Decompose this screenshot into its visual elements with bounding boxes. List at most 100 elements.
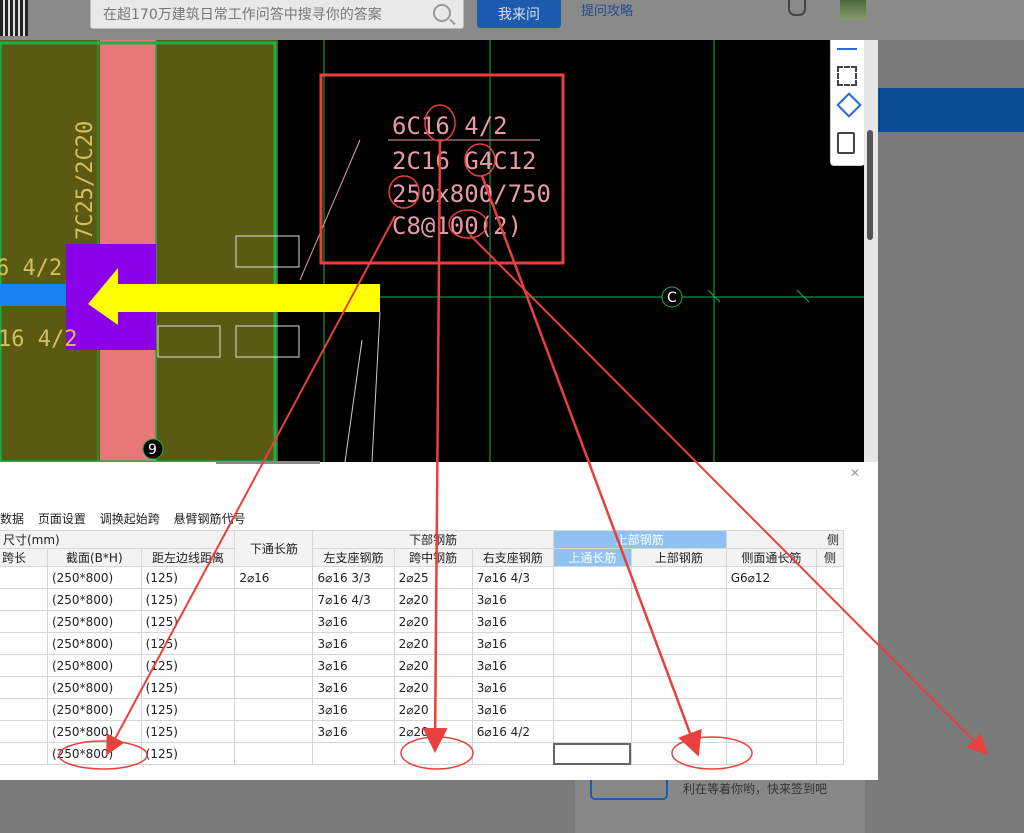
table-cell[interactable] <box>0 632 48 655</box>
search-input[interactable]: 在超170万建筑日常工作问答中搜寻你的答案 <box>103 4 382 24</box>
table-cell[interactable] <box>630 698 727 721</box>
table-cell[interactable] <box>0 742 48 765</box>
fullscreen-icon[interactable] <box>837 66 857 86</box>
sign-icon[interactable] <box>590 780 668 800</box>
bell-icon[interactable] <box>788 0 806 16</box>
table-cell[interactable] <box>0 654 48 677</box>
table-cell[interactable]: 3⌀16 <box>312 632 395 655</box>
scroll-thumb[interactable] <box>867 130 873 240</box>
table-cell[interactable] <box>815 632 845 655</box>
table-cell[interactable]: (125) <box>140 588 236 611</box>
table-cell[interactable] <box>725 610 817 633</box>
table-row[interactable]: (250*800) (125) 7⌀16 4/3 2⌀20 3⌀16 <box>0 588 845 611</box>
table-cell[interactable] <box>725 720 817 743</box>
table-cell[interactable] <box>630 720 727 743</box>
layer-icon[interactable] <box>837 42 857 50</box>
table-cell[interactable] <box>552 632 632 655</box>
table-cell[interactable] <box>552 566 632 589</box>
table-cell[interactable] <box>312 742 395 765</box>
table-cell[interactable]: (125) <box>140 632 236 655</box>
table-cell[interactable] <box>552 698 632 721</box>
table-cell[interactable]: (250*800) <box>46 588 142 611</box>
table-cell[interactable] <box>234 742 314 765</box>
table-cell[interactable]: 7⌀16 4/3 <box>312 588 395 611</box>
table-cell[interactable]: 2⌀20 <box>393 698 473 721</box>
table-cell[interactable] <box>234 588 314 611</box>
table-cell[interactable]: (250*800) <box>46 698 142 721</box>
table-cell[interactable]: (250*800) <box>46 632 142 655</box>
table-cell[interactable] <box>815 676 845 699</box>
tips-link[interactable]: 提问攻略 <box>581 0 633 19</box>
table-cell[interactable] <box>725 676 817 699</box>
table-cell[interactable] <box>630 632 727 655</box>
table-row[interactable]: (250*800) (125) 3⌀16 2⌀20 3⌀16 <box>0 676 845 699</box>
table-cell[interactable]: 3⌀16 <box>471 632 554 655</box>
table-cell[interactable]: 3⌀16 <box>471 654 554 677</box>
table-cell[interactable]: 6⌀16 4/2 <box>471 720 554 743</box>
table-cell[interactable] <box>234 654 314 677</box>
close-icon[interactable]: ✕ <box>850 466 860 480</box>
table-cell[interactable] <box>0 676 48 699</box>
table-cell[interactable]: (125) <box>140 720 236 743</box>
ask-button[interactable]: 我来问 <box>477 0 561 28</box>
properties-icon[interactable] <box>837 132 855 154</box>
table-cell[interactable]: (250*800) <box>46 676 142 699</box>
table-cell[interactable] <box>552 742 632 765</box>
table-cell[interactable]: (125) <box>140 654 236 677</box>
table-cell[interactable] <box>0 698 48 721</box>
table-cell[interactable]: 3⌀16 <box>312 698 395 721</box>
table-cell[interactable]: 3⌀16 <box>471 698 554 721</box>
table-cell[interactable]: 3⌀16 <box>471 588 554 611</box>
table-cell[interactable] <box>0 566 48 589</box>
table-cell[interactable]: 2⌀16 <box>234 566 314 589</box>
table-cell[interactable] <box>630 742 727 765</box>
table-cell[interactable]: 2⌀20 <box>393 720 473 743</box>
table-cell[interactable] <box>815 610 845 633</box>
table-cell[interactable]: (125) <box>140 742 236 765</box>
table-cell[interactable] <box>234 632 314 655</box>
table-cell[interactable] <box>234 698 314 721</box>
table-cell[interactable]: (125) <box>140 676 236 699</box>
table-cell[interactable] <box>725 588 817 611</box>
cad-viewport[interactable]: 7C25/2C20 6 4/2 16 4/2 6C16 4/2 2C16 G4C… <box>0 40 864 462</box>
table-cell[interactable]: (250*800) <box>46 654 142 677</box>
table-cell[interactable] <box>815 588 845 611</box>
cube-3d-icon[interactable] <box>836 92 862 118</box>
table-cell[interactable] <box>552 610 632 633</box>
table-row[interactable]: (250*800) (125) 3⌀16 2⌀20 3⌀16 <box>0 632 845 655</box>
table-cell[interactable] <box>630 654 727 677</box>
table-cell[interactable]: 2⌀25 <box>393 566 473 589</box>
table-row[interactable]: (250*800) (125) 3⌀16 2⌀20 3⌀16 <box>0 610 845 633</box>
table-cell[interactable] <box>234 610 314 633</box>
table-cell[interactable] <box>552 654 632 677</box>
table-cell[interactable]: 2⌀20 <box>393 610 473 633</box>
table-cell[interactable]: 2⌀20 <box>393 588 473 611</box>
table-cell[interactable]: (250*800) <box>46 566 142 589</box>
table-cell[interactable]: 3⌀16 <box>312 654 395 677</box>
table-cell[interactable] <box>0 588 48 611</box>
table-row[interactable]: (250*800) (125) 3⌀16 2⌀20 3⌀16 <box>0 698 845 721</box>
table-cell[interactable]: (125) <box>140 610 236 633</box>
table-cell[interactable] <box>725 698 817 721</box>
table-cell[interactable] <box>725 742 817 765</box>
table-cell[interactable] <box>815 720 845 743</box>
search-box[interactable]: 在超170万建筑日常工作问答中搜寻你的答案 <box>90 0 464 29</box>
toolbar-swap-start-span[interactable]: 调换起始跨 <box>100 512 160 526</box>
table-cell[interactable] <box>725 654 817 677</box>
table-cell[interactable] <box>630 566 727 589</box>
table-cell[interactable]: (250*800) <box>46 610 142 633</box>
table-cell[interactable]: 3⌀16 <box>312 676 395 699</box>
table-cell[interactable]: 3⌀16 <box>471 610 554 633</box>
table-cell[interactable]: 2⌀20 <box>393 654 473 677</box>
table-row[interactable]: (250*800) (125) 2⌀16 6⌀16 3/3 2⌀25 7⌀16 4/3 G6… <box>0 566 845 589</box>
table-cell[interactable]: (125) <box>140 566 236 589</box>
table-cell[interactable] <box>552 676 632 699</box>
table-cell[interactable] <box>630 610 727 633</box>
table-cell[interactable] <box>234 720 314 743</box>
table-cell[interactable]: 3⌀16 <box>471 676 554 699</box>
table-cell[interactable]: 2⌀20 <box>393 676 473 699</box>
table-cell[interactable]: 2⌀20 <box>393 632 473 655</box>
table-cell[interactable] <box>552 720 632 743</box>
toolbar-page-settings[interactable]: 页面设置 <box>38 512 86 526</box>
vertical-scrollbar[interactable] <box>864 40 878 462</box>
